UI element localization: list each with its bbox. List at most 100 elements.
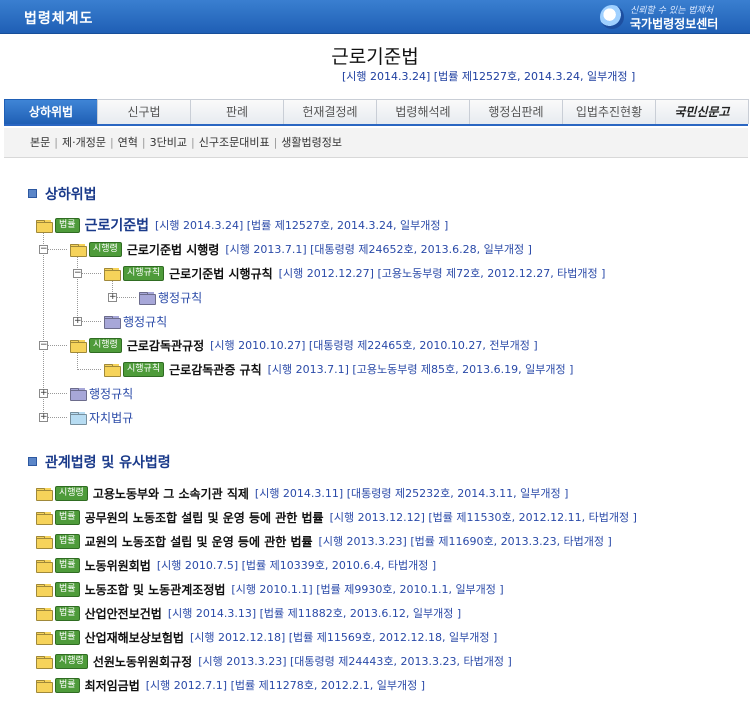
- folder-icon: [36, 631, 53, 645]
- folder-icon: [70, 387, 87, 401]
- law-meta: [시행 2012.12.18] [법률 제11569호, 2012.12.18,…: [189, 631, 498, 644]
- type-badge: 법률: [55, 557, 80, 573]
- folder-icon: [36, 511, 53, 525]
- brand-logo-area[interactable]: 신뢰할 수 있는 법제처 국가법령정보센터: [600, 3, 740, 33]
- folder-icon: [36, 607, 53, 621]
- expand-toggle-icon[interactable]: +: [108, 293, 117, 302]
- related-item[interactable]: 법률 노동조합 및 노동관계조정법 [시행 2010.1.1] [법률 제993…: [36, 580, 504, 598]
- tree-item-law[interactable]: 법률 근로기준법 [시행 2014.3.24] [법률 제12527호, 201…: [36, 216, 448, 234]
- law-link[interactable]: 산업재해보상보험법: [85, 629, 184, 646]
- subnav-3way-compare[interactable]: 3단비교: [150, 136, 187, 149]
- law-link[interactable]: 최저임금법: [85, 677, 140, 694]
- folder-open-icon: [104, 363, 121, 377]
- tree-item-rule[interactable]: 시행규칙 근로기준법 시행규칙 [시행 2012.12.27] [고용노동부령 …: [104, 264, 605, 282]
- law-link[interactable]: 노동조합 및 노동관계조정법: [85, 581, 226, 598]
- folder-icon: [36, 535, 53, 549]
- folder-icon: [36, 583, 53, 597]
- subnav-living-law[interactable]: 생활법령정보: [281, 136, 342, 149]
- law-name: 근로기준법: [331, 46, 419, 68]
- admin-rule-label[interactable]: 행정규칙: [158, 289, 202, 306]
- admin-rule-label[interactable]: 행정규칙: [89, 385, 133, 402]
- tab-citizen-petition[interactable]: 국민신문고: [655, 99, 749, 124]
- law-link[interactable]: 공무원의 노동조합 설립 및 운영 등에 관한 법률: [85, 509, 324, 526]
- law-meta: [시행 2013.3.23] [대통령령 제24443호, 2013.3.23,…: [198, 655, 512, 668]
- type-badge: 법률: [55, 581, 80, 597]
- section-bullet-icon: [28, 189, 37, 198]
- tree-item-admin-rule[interactable]: 행정규칙: [70, 384, 133, 402]
- folder-icon: [104, 315, 121, 329]
- folder-icon: [36, 679, 53, 693]
- law-meta: [시행 2012.7.1] [법률 제11278호, 2012.2.1, 일부개…: [145, 679, 426, 692]
- law-title-block: 근로기준법 [시행 2014.3.24] [법률 제12527호, 2014.3…: [0, 42, 750, 83]
- tab-admin-appeals[interactable]: 행정심판례: [469, 99, 563, 124]
- law-link[interactable]: 근로감독관규정: [127, 337, 204, 354]
- tree-item-admin-rule[interactable]: 행정규칙: [139, 288, 202, 306]
- law-meta: [시행 2013.12.12] [법률 제11530호, 2012.12.11,…: [329, 511, 637, 524]
- tab-hierarchy[interactable]: 상하위법: [4, 99, 98, 124]
- type-badge: 법률: [55, 533, 80, 549]
- law-link[interactable]: 노동위원회법: [85, 557, 151, 574]
- subnav-body[interactable]: 본문: [30, 136, 50, 149]
- tree-item-admin-rule[interactable]: 행정규칙: [104, 312, 167, 330]
- related-item[interactable]: 법률 교원의 노동조합 설립 및 운영 등에 관한 법률 [시행 2013.3.…: [36, 532, 612, 550]
- collapse-toggle-icon[interactable]: −: [39, 245, 48, 254]
- folder-icon: [36, 559, 53, 573]
- subnav-old-new-compare[interactable]: 신구조문대비표: [199, 136, 270, 149]
- local-law-label[interactable]: 자치법규: [89, 409, 133, 426]
- type-badge: 시행령: [89, 241, 122, 257]
- expand-toggle-icon[interactable]: +: [39, 389, 48, 398]
- related-item[interactable]: 시행령 선원노동위원회규정 [시행 2013.3.23] [대통령령 제2444…: [36, 652, 512, 670]
- subnav-history[interactable]: 연혁: [118, 136, 138, 149]
- law-link[interactable]: 고용노동부와 그 소속기관 직제: [93, 485, 249, 502]
- law-meta: [시행 2014.3.13] [법률 제11882호, 2013.6.12, 일…: [167, 607, 462, 620]
- tab-precedents[interactable]: 판례: [190, 99, 284, 124]
- type-badge: 법률: [55, 677, 80, 693]
- law-meta: [시행 2013.7.1] [고용노동부령 제85호, 2013.6.19, 일…: [267, 363, 574, 376]
- related-item[interactable]: 법률 노동위원회법 [시행 2010.7.5] [법률 제10339호, 201…: [36, 556, 436, 574]
- folder-icon: [70, 411, 87, 425]
- law-meta: [시행 2013.3.23] [법률 제11690호, 2013.3.23, 타…: [318, 535, 612, 548]
- admin-rule-label[interactable]: 행정규칙: [123, 313, 167, 330]
- law-meta: [시행 2013.7.1] [대통령령 제24652호, 2013.6.28, …: [225, 243, 532, 256]
- folder-open-icon: [70, 243, 87, 257]
- section-hierarchy-heading: 상하위법: [28, 184, 97, 204]
- related-item[interactable]: 시행령 고용노동부와 그 소속기관 직제 [시행 2014.3.11] [대통령…: [36, 484, 568, 502]
- tab-old-new-law[interactable]: 신구법: [97, 99, 191, 124]
- law-meta: [시행 2014.3.24] [법률 제12527호, 2014.3.24, 일…: [154, 219, 449, 232]
- collapse-toggle-icon[interactable]: −: [73, 269, 82, 278]
- expand-toggle-icon[interactable]: +: [39, 413, 48, 422]
- collapse-toggle-icon[interactable]: −: [39, 341, 48, 350]
- law-link[interactable]: 교원의 노동조합 설립 및 운영 등에 관한 법률: [85, 533, 313, 550]
- type-badge: 시행령: [55, 485, 88, 501]
- tab-constitutional-decisions[interactable]: 헌재결정례: [283, 99, 377, 124]
- type-badge: 시행령: [55, 653, 88, 669]
- tree-item-rule[interactable]: 시행규칙 근로감독관증 규칙 [시행 2013.7.1] [고용노동부령 제85…: [104, 360, 573, 378]
- type-badge: 법률: [55, 509, 80, 525]
- expand-toggle-icon[interactable]: +: [73, 317, 82, 326]
- law-link[interactable]: 근로기준법 시행규칙: [169, 265, 273, 282]
- tab-legislation-status[interactable]: 입법추진현황: [562, 99, 656, 124]
- law-link[interactable]: 근로기준법: [85, 215, 149, 235]
- law-link[interactable]: 근로감독관증 규칙: [169, 361, 262, 378]
- law-link[interactable]: 근로기준법 시행령: [127, 241, 220, 258]
- brand-name: 국가법령정보센터: [630, 17, 719, 31]
- related-item[interactable]: 법률 최저임금법 [시행 2012.7.1] [법률 제11278호, 2012…: [36, 676, 425, 694]
- related-item[interactable]: 법률 공무원의 노동조합 설립 및 운영 등에 관한 법률 [시행 2013.1…: [36, 508, 637, 526]
- type-badge: 법률: [55, 605, 80, 621]
- related-item[interactable]: 법률 산업재해보상보험법 [시행 2012.12.18] [법률 제11569호…: [36, 628, 497, 646]
- folder-open-icon: [104, 267, 121, 281]
- law-meta: [시행 2014.3.11] [대통령령 제25232호, 2014.3.11,…: [254, 487, 569, 500]
- law-meta: [시행 2012.12.27] [고용노동부령 제72호, 2012.12.27…: [278, 267, 606, 280]
- tree-item-decree[interactable]: 시행령 근로감독관규정 [시행 2010.10.27] [대통령령 제22465…: [70, 336, 538, 354]
- related-item[interactable]: 법률 산업안전보건법 [시행 2014.3.13] [법률 제11882호, 2…: [36, 604, 461, 622]
- law-link[interactable]: 선원노동위원회규정: [93, 653, 192, 670]
- type-badge: 법률: [55, 217, 80, 233]
- law-meta: [시행 2010.10.27] [대통령령 제22465호, 2010.10.2…: [210, 339, 538, 352]
- subnav-amendment[interactable]: 제·개정문: [62, 136, 106, 149]
- main-tabs: 상하위법 신구법 판례 헌재결정례 법령해석례 행정심판례 입법추진현황 국민신…: [4, 99, 749, 126]
- tree-item-local-law[interactable]: 자치법규: [70, 408, 133, 426]
- tab-interpretations[interactable]: 법령해석례: [376, 99, 470, 124]
- tree-item-decree[interactable]: 시행령 근로기준법 시행령 [시행 2013.7.1] [대통령령 제24652…: [70, 240, 532, 258]
- law-link[interactable]: 산업안전보건법: [85, 605, 162, 622]
- type-badge: 법률: [55, 629, 80, 645]
